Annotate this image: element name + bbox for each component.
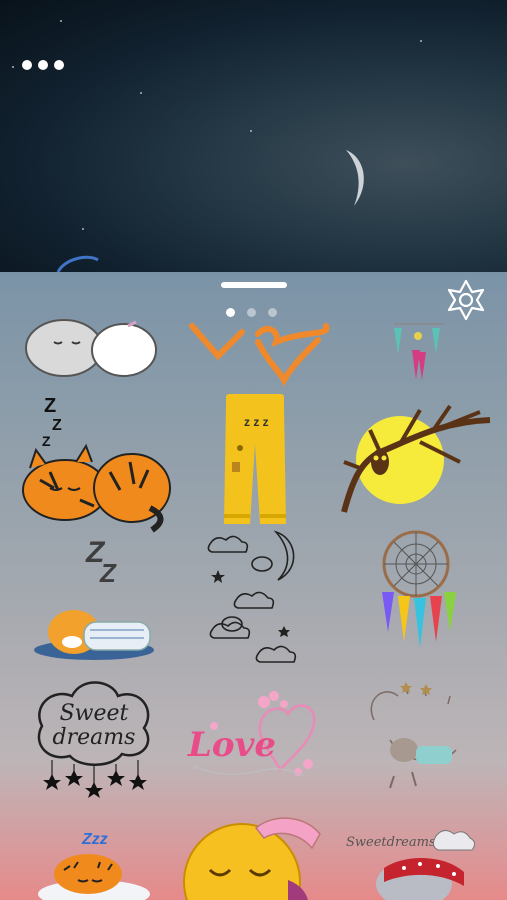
sticker-moon-mice-clouds[interactable] (206, 528, 306, 670)
teddy-bear-hammock-sticker (370, 682, 457, 789)
owl-moon-branch-sticker (341, 404, 491, 513)
screen: Z Z Z z z z Z Z Sweet dreams Love Zzz Sw… (0, 0, 507, 900)
flower-gear-icon (447, 279, 485, 321)
sticker-sleeping-tiger[interactable]: Z Z Z (20, 390, 171, 533)
sticker-settings-button[interactable] (444, 278, 488, 322)
sticker-sheet: Z Z Z z z z Z Z Sweet dreams Love Zzz Sw… (0, 272, 507, 900)
svg-text:z z z: z z z (244, 415, 269, 429)
sticker-yellow-pants[interactable]: z z z (220, 392, 290, 530)
orange-swirl-hearts-sticker (189, 323, 330, 387)
love-floral-sticker: Love (187, 691, 316, 777)
rainbow-dreamcatcher-sticker (382, 530, 456, 648)
svg-text:Z: Z (99, 558, 117, 588)
sweetdreams-bear-sticker: Sweetdreams (346, 830, 476, 900)
more-options-button[interactable] (22, 60, 64, 70)
sticker-sleeping-dog-pillow[interactable]: Z Z (30, 530, 158, 666)
sheet-grabber-handle[interactable] (221, 282, 287, 288)
sticker-teddy-hammock[interactable] (364, 680, 464, 796)
page-indicator (226, 308, 277, 317)
zzz-label: Z (44, 395, 56, 417)
sticker-sweet-dreams-cloud[interactable]: Sweet dreams (32, 676, 156, 800)
page-dot-3[interactable] (268, 308, 277, 317)
sticker-orange-hearts[interactable] (188, 322, 333, 387)
sticker-love-text[interactable]: Love (184, 686, 324, 786)
mini-dreamcatcher-sticker (394, 323, 444, 380)
garfield-sleeping-sticker: Zzz (38, 831, 150, 900)
sticker-sleepy-emoji[interactable] (183, 812, 324, 900)
crescent-moon-icon (346, 150, 364, 206)
sleeping-dog-pillow-sticker: Z Z (34, 536, 154, 660)
svg-text:Z: Z (52, 417, 62, 434)
planet-ring-icon (56, 255, 99, 273)
sticker-mini-dreamcatcher[interactable] (388, 322, 450, 384)
sweet-label: Sweet (60, 701, 129, 726)
garfield-zzz-label: Zzz (81, 831, 108, 848)
camera-preview[interactable] (0, 0, 507, 273)
sleeping-tiger-sticker: Z Z Z (22, 395, 171, 533)
sleeping-bunnies-sticker (25, 319, 157, 377)
dreams-label: dreams (53, 725, 136, 750)
page-dot-1[interactable] (226, 308, 235, 317)
more-horizontal-icon (22, 60, 32, 70)
sleepy-emoji-nightcap-sticker (183, 817, 321, 900)
sticker-garfield-sleeping[interactable]: Zzz (36, 828, 152, 900)
moon-mice-clouds-sticker (207, 530, 297, 663)
love-label: Love (187, 725, 276, 765)
sticker-owl-moon-tree[interactable] (340, 402, 495, 518)
page-dot-2[interactable] (247, 308, 256, 317)
sweetdreams-label: Sweetdreams (346, 835, 436, 850)
sweet-dreams-cloud-sticker: Sweet dreams (37, 681, 150, 798)
yellow-zzz-pants-sticker: z z z (224, 394, 286, 524)
svg-text:Z: Z (42, 433, 51, 449)
sticker-rainbow-dreamcatcher[interactable] (374, 530, 460, 666)
sticker-sleeping-bunnies[interactable] (24, 319, 159, 378)
sticker-sweetdreams-bear[interactable]: Sweetdreams (344, 824, 484, 900)
